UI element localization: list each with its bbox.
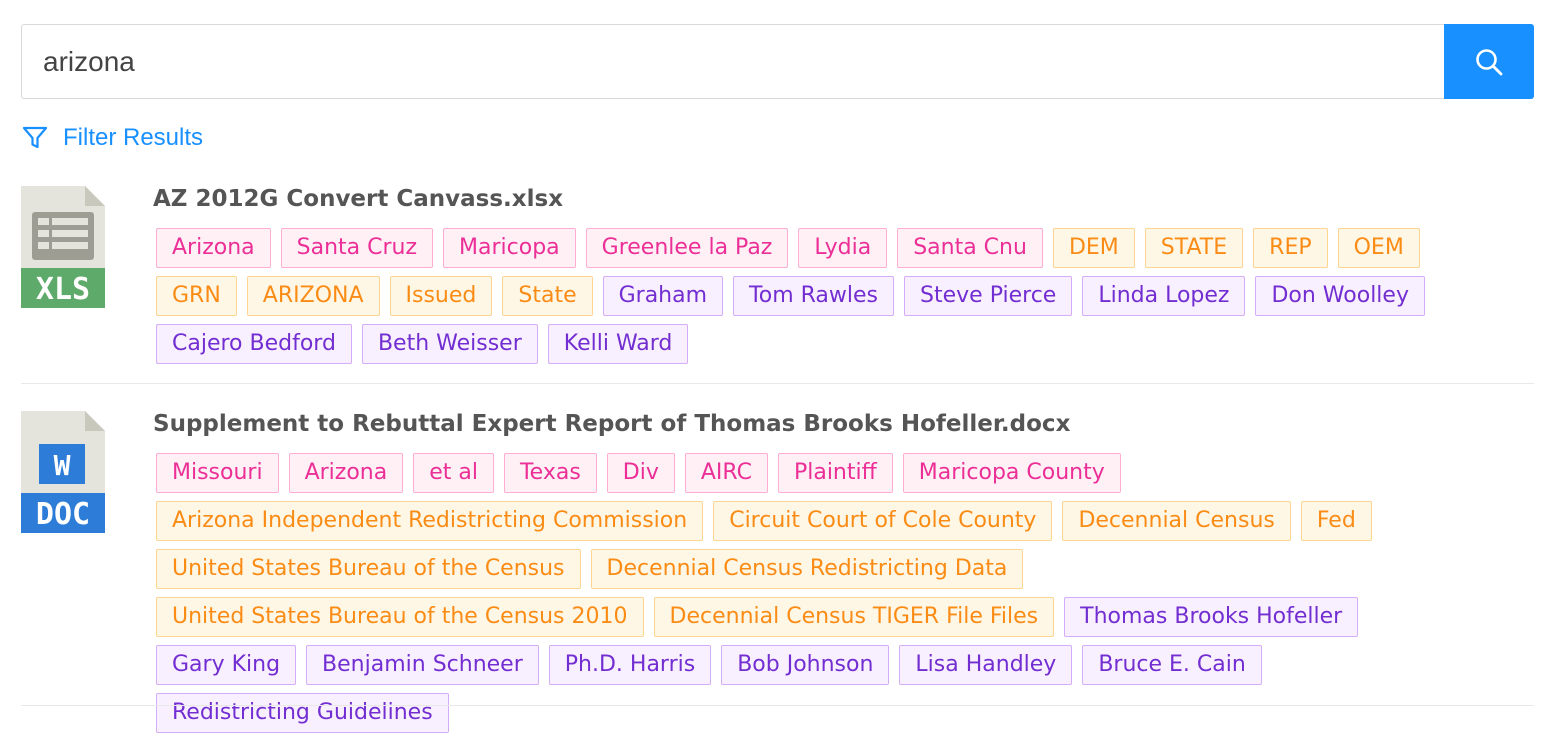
word-icon-letter: W [54, 449, 71, 482]
entity-tag[interactable]: Bruce E. Cain [1082, 645, 1262, 685]
search-button[interactable] [1444, 24, 1534, 99]
entity-tag[interactable]: Lydia [798, 228, 888, 268]
entity-tag[interactable]: OEM [1337, 228, 1420, 268]
entity-tag[interactable]: Santa Cnu [897, 228, 1043, 268]
entity-tag[interactable]: Thomas Brooks Hofeller [1064, 597, 1359, 637]
tag-list: Arizona Santa Cruz Maricopa Greenlee la Paz… [156, 228, 1486, 372]
entity-tag[interactable]: Don Woolley [1255, 276, 1425, 316]
entity-tag[interactable]: United States Bureau of the Census [156, 549, 581, 589]
entity-tag[interactable]: DEM [1052, 228, 1135, 268]
entity-tag[interactable]: ARIZONA [246, 276, 380, 316]
entity-tag[interactable]: Beth Weisser [361, 324, 538, 364]
entity-tag[interactable]: Graham [602, 276, 724, 316]
filter-results-link[interactable]: Filter Results [22, 124, 203, 152]
entity-tag[interactable]: Tom Rawles [733, 276, 895, 316]
entity-tag[interactable]: United States Bureau of the Census 2010 [156, 597, 644, 637]
entity-tag[interactable]: Redistricting Guidelines [156, 693, 449, 733]
entity-tag[interactable]: Circuit Court of Cole County [713, 501, 1053, 541]
entity-tag[interactable]: GRN [156, 276, 237, 316]
entity-tag[interactable]: Arizona [288, 453, 404, 493]
entity-tag[interactable]: Div [606, 453, 675, 493]
entity-tag[interactable]: Gary King [156, 645, 297, 685]
entity-tag[interactable]: Santa Cruz [280, 228, 434, 268]
entity-tag[interactable]: Decennial Census TIGER File Files [653, 597, 1055, 637]
entity-tag[interactable]: Maricopa [443, 228, 576, 268]
entity-tag[interactable]: Fed [1300, 501, 1372, 541]
entity-tag[interactable]: REP [1253, 228, 1328, 268]
entity-tag[interactable]: Cajero Bedford [156, 324, 352, 364]
entity-tag[interactable]: STATE [1144, 228, 1244, 268]
result-divider [21, 383, 1534, 384]
entity-tag[interactable]: Lisa Handley [899, 645, 1073, 685]
tag-list: Missouri Arizona et al Texas Div AIRC Plaintif… [156, 453, 1486, 741]
entity-tag[interactable]: Missouri [156, 453, 279, 493]
entity-tag[interactable]: Decennial Census Redistricting Data [590, 549, 1024, 589]
result-title[interactable]: AZ 2012G Convert Canvass.xlsx [153, 186, 563, 212]
entity-tag[interactable]: Maricopa County [902, 453, 1121, 493]
entity-tag[interactable]: Issued [389, 276, 493, 316]
entity-tag[interactable]: Kelli Ward [547, 324, 689, 364]
entity-tag[interactable]: AIRC [684, 453, 768, 493]
filter-results-label: Filter Results [63, 124, 204, 151]
entity-tag[interactable]: Benjamin Schneer [306, 645, 539, 685]
search-bar [21, 24, 1534, 99]
entity-tag[interactable]: et al [413, 453, 494, 493]
xls-icon-label: XLS [36, 272, 90, 307]
entity-tag[interactable]: Steve Pierce [904, 276, 1073, 316]
search-input[interactable] [21, 24, 1444, 99]
entity-tag[interactable]: Decennial Census [1062, 501, 1291, 541]
entity-tag[interactable]: Bob Johnson [721, 645, 890, 685]
search-icon [1476, 48, 1503, 75]
entity-tag[interactable]: Texas [503, 453, 597, 493]
entity-tag[interactable]: Linda Lopez [1082, 276, 1246, 316]
entity-tag[interactable]: Plaintiff [777, 453, 893, 493]
result-title[interactable]: Supplement to Rebuttal Expert Report of … [153, 411, 1070, 437]
xls-file-icon: XLS [21, 186, 105, 308]
entity-tag[interactable]: State [502, 276, 593, 316]
doc-file-icon: W DOC [21, 411, 105, 533]
filter-icon [22, 126, 48, 149]
entity-tag[interactable]: Greenlee la Paz [585, 228, 789, 268]
entity-tag[interactable]: Arizona Independent Redistricting Commis… [156, 501, 704, 541]
entity-tag[interactable]: Ph.D. Harris [548, 645, 712, 685]
doc-icon-label: DOC [36, 497, 90, 532]
entity-tag[interactable]: Arizona [156, 228, 271, 268]
